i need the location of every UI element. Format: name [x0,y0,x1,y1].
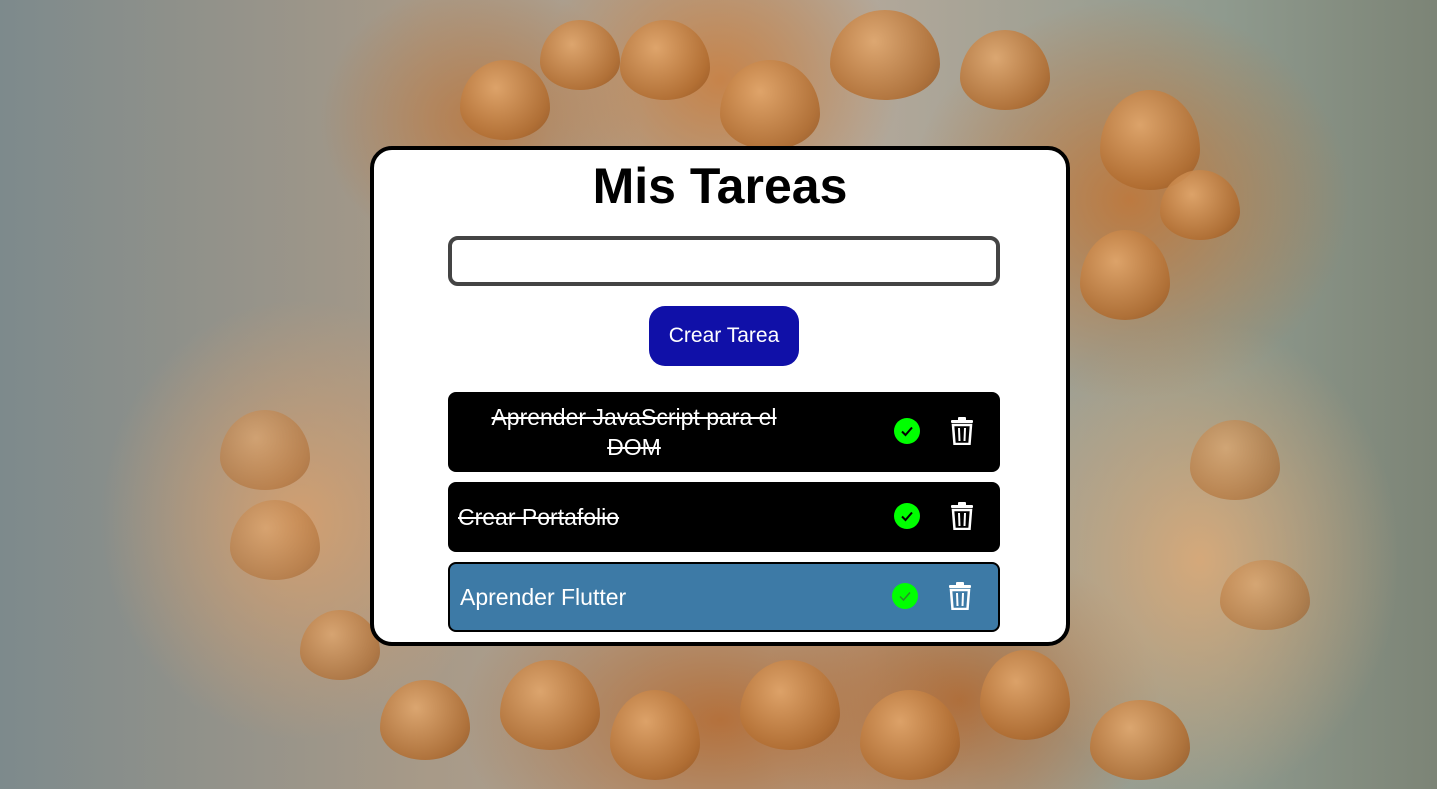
create-task-button[interactable]: Crear Tarea [649,306,799,366]
trash-icon[interactable] [948,582,972,610]
task-text: Aprender Flutter [460,584,627,610]
checkmark-icon [901,426,913,437]
checkmark-icon [899,592,911,602]
checkmark-icon [901,511,913,522]
flower-petal [230,500,320,580]
flower-petal [380,680,470,760]
flower-petal [610,690,700,780]
task-item: Crear Portafolio [448,482,1000,552]
flower-petal [220,410,310,490]
trash-icon[interactable] [950,417,974,445]
flower-petal [620,20,710,100]
task-input[interactable] [448,236,1000,286]
check-circle-icon[interactable] [892,583,918,609]
task-text: Crear Portafolio [458,504,620,530]
flower-petal [1160,170,1240,240]
flower-petal [1190,420,1280,500]
flower-petal [860,690,960,780]
task-text: Aprender JavaScript para el DOM [491,404,777,460]
trash-icon[interactable] [950,502,974,530]
flower-petal [720,60,820,150]
task-item: Aprender Flutter [448,562,1000,632]
check-circle-icon[interactable] [894,503,920,529]
flower-petal [500,660,600,750]
flower-petal [540,20,620,90]
task-item: Aprender JavaScript para el DOM [448,392,1000,472]
check-circle-icon[interactable] [894,418,920,444]
flower-petal [460,60,550,140]
page-title: Mis Tareas [592,158,848,214]
flower-petal [830,10,940,100]
flower-petal [1080,230,1170,320]
flower-petal [300,610,380,680]
task-card: Mis Tareas Crear Tarea Aprender JavaScri… [370,146,1070,646]
flower-petal [740,660,840,750]
flower-petal [1220,560,1310,630]
flower-petal [980,650,1070,740]
flower-petal [1090,700,1190,780]
flower-petal [960,30,1050,110]
